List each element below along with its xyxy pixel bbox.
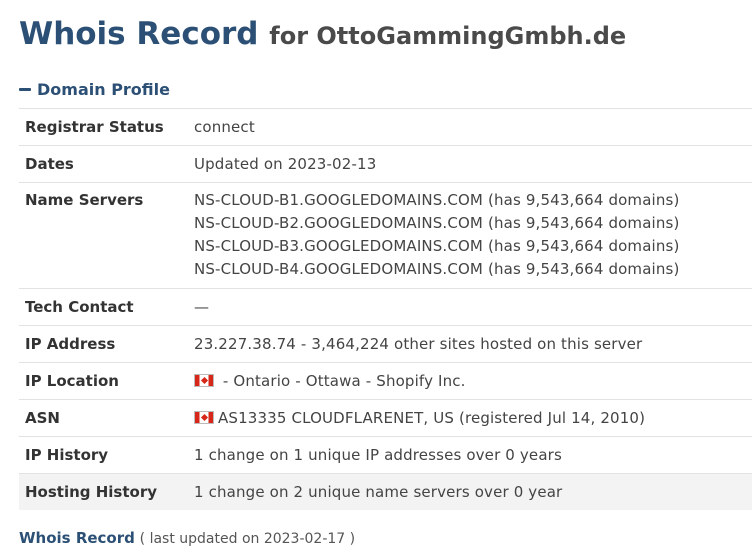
table-row: ASN AS13335 CLOUDFLARENET, US (registere… [19, 399, 752, 437]
name-server-item: NS-CLOUD-B3.GOOGLEDOMAINS.COM (has 9,543… [194, 237, 680, 255]
whois-page: Whois Record for OttoGammingGmbh.de Doma… [0, 0, 752, 553]
row-label: Tech Contact [25, 298, 134, 316]
page-title: Whois Record for OttoGammingGmbh.de [19, 14, 626, 56]
ip-location-value: - Ontario - Ottawa - Shopify Inc. [222, 372, 466, 390]
name-server-item: NS-CLOUD-B4.GOOGLEDOMAINS.COM (has 9,543… [194, 260, 680, 278]
hosting-history-value: 1 change on 2 unique name servers over 0… [194, 483, 563, 501]
ip-history-value: 1 change on 1 unique IP addresses over 0… [194, 446, 562, 464]
domain-profile-label: Domain Profile [37, 79, 170, 99]
canada-flag-icon [194, 411, 214, 424]
row-label: IP Address [25, 335, 116, 353]
row-label: IP Location [25, 372, 119, 390]
row-label: Dates [25, 155, 74, 173]
table-row: IP Location - Ontario - Ottawa - Shopify… [19, 362, 752, 400]
registrar-status-value: connect [194, 118, 255, 136]
page-title-main: Whois Record [19, 16, 259, 52]
ip-location-cell: - Ontario - Ottawa - Shopify Inc. [194, 363, 752, 400]
table-row: Hosting History 1 change on 2 unique nam… [19, 473, 752, 510]
asn-value: AS13335 CLOUDFLARENET, US (registered Ju… [218, 409, 646, 427]
canada-flag-icon [194, 374, 214, 387]
row-label: ASN [25, 409, 60, 427]
whois-record-link[interactable]: Whois Record [19, 529, 135, 547]
table-row: IP Address 23.227.38.74 - 3,464,224 othe… [19, 325, 752, 363]
last-updated-note: ( last updated on 2023-02-17 ) [139, 531, 356, 547]
table-row: Name Servers NS-CLOUD-B1.GOOGLEDOMAINS.C… [19, 182, 752, 289]
table-row: IP History 1 change on 1 unique IP addre… [19, 436, 752, 474]
page-title-domain: for OttoGammingGmbh.de [269, 22, 627, 50]
domain-profile-table: Registrar Status connect Dates Updated o… [19, 108, 752, 510]
row-label: IP History [25, 446, 109, 464]
row-label: Hosting History [25, 483, 158, 501]
name-servers-value: NS-CLOUD-B1.GOOGLEDOMAINS.COM (has 9,543… [194, 183, 752, 289]
table-row: Dates Updated on 2023-02-13 [19, 145, 752, 183]
table-row: Tech Contact — [19, 288, 752, 326]
minus-icon [19, 87, 31, 91]
row-label: Registrar Status [25, 118, 164, 136]
ip-address-value: 23.227.38.74 - 3,464,224 other sites hos… [194, 335, 643, 353]
domain-profile-toggle[interactable]: Domain Profile [19, 78, 170, 100]
name-server-item: NS-CLOUD-B1.GOOGLEDOMAINS.COM (has 9,543… [194, 191, 680, 209]
row-label: Name Servers [25, 191, 144, 209]
asn-cell: AS13335 CLOUDFLARENET, US (registered Ju… [194, 400, 752, 437]
dates-value: Updated on 2023-02-13 [194, 155, 377, 173]
table-row: Registrar Status connect [19, 108, 752, 146]
footer: Whois Record ( last updated on 2023-02-1… [19, 527, 355, 550]
name-server-item: NS-CLOUD-B2.GOOGLEDOMAINS.COM (has 9,543… [194, 214, 680, 232]
tech-contact-value: — [194, 298, 210, 316]
